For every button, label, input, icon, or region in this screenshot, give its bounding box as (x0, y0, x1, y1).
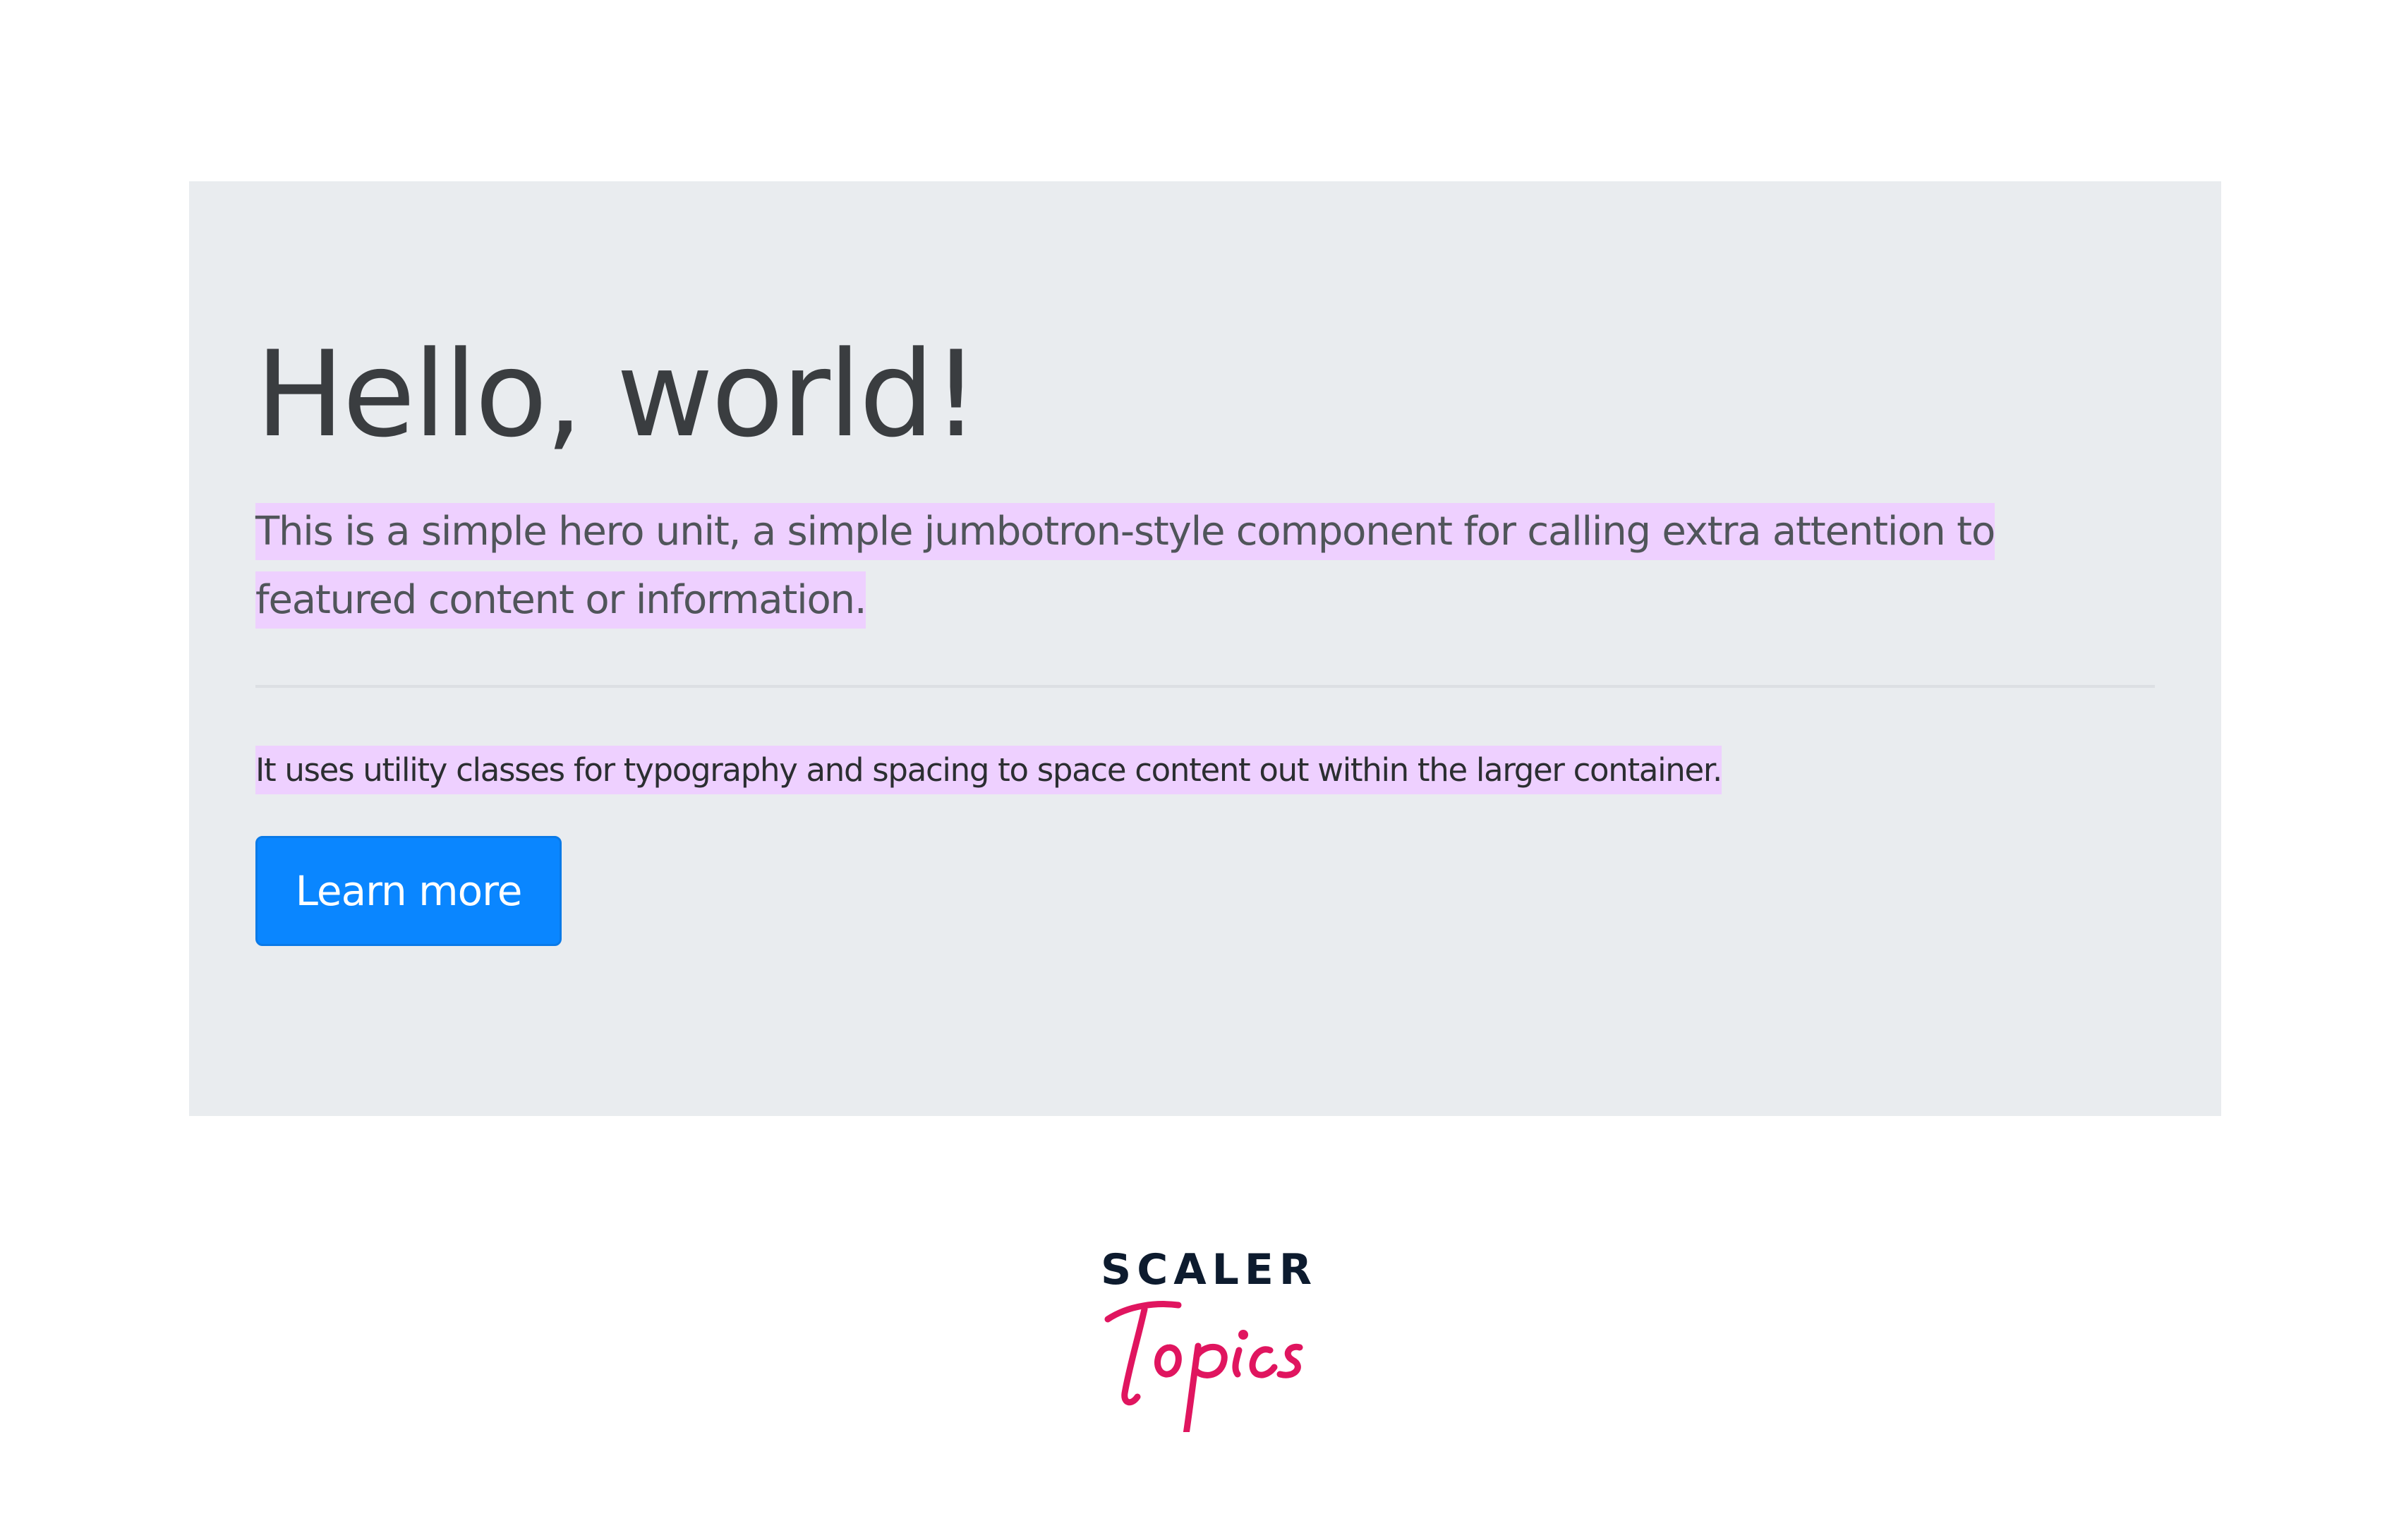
hero-body: It uses utility classes for typography a… (255, 746, 1722, 795)
page: Hello, world! This is a simple hero unit… (0, 0, 2399, 1540)
scaler-topics-logo: SCALER (1101, 1245, 1312, 1432)
hero-lead: This is a simple hero unit, a simple jum… (255, 497, 2062, 634)
brand-topics-script (1104, 1301, 1303, 1432)
jumbotron: Hello, world! This is a simple hero unit… (189, 181, 2221, 1116)
learn-more-button[interactable]: Learn more (255, 836, 562, 946)
divider (255, 685, 2155, 688)
hero-body-text: It uses utility classes for typography a… (255, 746, 1722, 794)
hero-lead-text: This is a simple hero unit, a simple jum… (255, 503, 1995, 629)
hero-heading: Hello, world! (255, 325, 980, 463)
